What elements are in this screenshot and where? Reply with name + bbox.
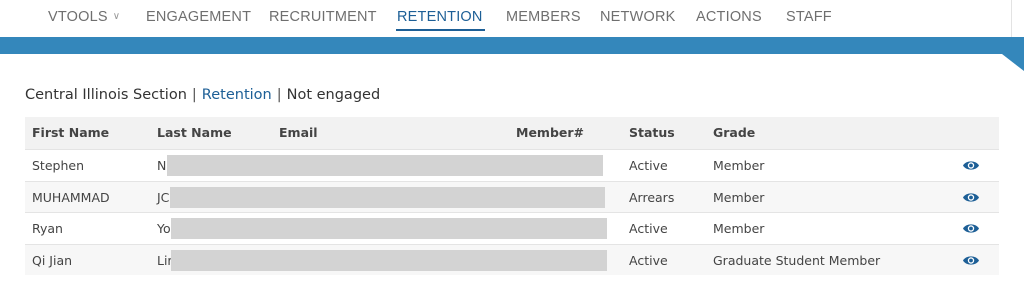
redacted-block: [171, 249, 607, 271]
table-row: Stephen N Active Member: [25, 149, 999, 181]
nav-item-vtools[interactable]: VTOOLS ∨: [48, 9, 120, 25]
breadcrumb-separator: |: [191, 87, 197, 103]
cell-first-name: MUHAMMAD: [32, 189, 110, 205]
cell-grade: Member: [713, 189, 765, 205]
cell-status: Active: [629, 252, 668, 268]
table-row: Ryan Yo Active Member: [25, 212, 999, 244]
nav-item-retention[interactable]: RETENTION: [396, 9, 485, 31]
nav-item-label: VTOOLS: [48, 9, 108, 25]
redacted-block: [171, 218, 607, 239]
nav-item-recruitment[interactable]: RECRUITMENT: [269, 9, 377, 25]
nav-item-members[interactable]: MEMBERS: [506, 9, 581, 25]
eye-icon[interactable]: [962, 191, 980, 204]
cell-grade: Member: [713, 221, 765, 236]
column-header-status[interactable]: Status: [629, 125, 675, 140]
table-row: Qi Jian Lir Active Graduate Student Memb…: [25, 243, 999, 275]
members-table: First Name Last Name Email Member# Statu…: [25, 117, 999, 275]
cell-first-name: Qi Jian: [32, 252, 73, 268]
nav-item-staff[interactable]: STAFF: [786, 9, 832, 25]
cell-last-name: JC: [157, 189, 170, 205]
redacted-block: [167, 155, 603, 176]
nav-item-network[interactable]: NETWORK: [600, 9, 676, 25]
breadcrumb: Central Illinois Section | Retention | Not e…: [25, 87, 380, 103]
top-navigation: VTOOLS ∨ ENGAGEMENT RECRUITMENT RETENTION…: [0, 0, 1024, 37]
cell-status: Arrears: [629, 189, 675, 205]
cell-grade: Member: [713, 158, 765, 173]
cell-last-name: Yo: [157, 221, 171, 236]
cell-first-name: Ryan: [32, 221, 63, 236]
cell-grade: Graduate Student Member: [713, 252, 881, 268]
header-band: [0, 37, 1024, 54]
column-header-last-name[interactable]: Last Name: [157, 125, 232, 140]
eye-icon[interactable]: [962, 254, 980, 267]
breadcrumb-link-retention[interactable]: Retention: [202, 87, 272, 103]
table-header: First Name Last Name Email Member# Statu…: [25, 117, 999, 149]
cell-last-name: N: [157, 158, 167, 173]
chevron-down-icon: ∨: [112, 11, 121, 22]
nav-item-actions[interactable]: ACTIONS: [696, 9, 762, 25]
cell-status: Active: [629, 158, 668, 173]
eye-icon[interactable]: [962, 159, 980, 172]
breadcrumb-separator: |: [276, 87, 282, 103]
column-header-email[interactable]: Email: [279, 125, 318, 140]
redacted-block: [170, 186, 605, 208]
cell-first-name: Stephen: [32, 158, 84, 173]
breadcrumb-section: Central Illinois Section: [25, 87, 187, 103]
column-header-member-number[interactable]: Member#: [516, 125, 584, 140]
header-band-corner: [1002, 54, 1024, 71]
column-header-first-name[interactable]: First Name: [32, 125, 109, 140]
nav-item-engagement[interactable]: ENGAGEMENT: [146, 9, 251, 25]
eye-icon[interactable]: [962, 222, 980, 235]
table-row: MUHAMMAD JC Arrears Member: [25, 180, 999, 212]
breadcrumb-current: Not engaged: [286, 87, 381, 103]
cell-status: Active: [629, 221, 668, 236]
column-header-grade[interactable]: Grade: [713, 125, 755, 140]
